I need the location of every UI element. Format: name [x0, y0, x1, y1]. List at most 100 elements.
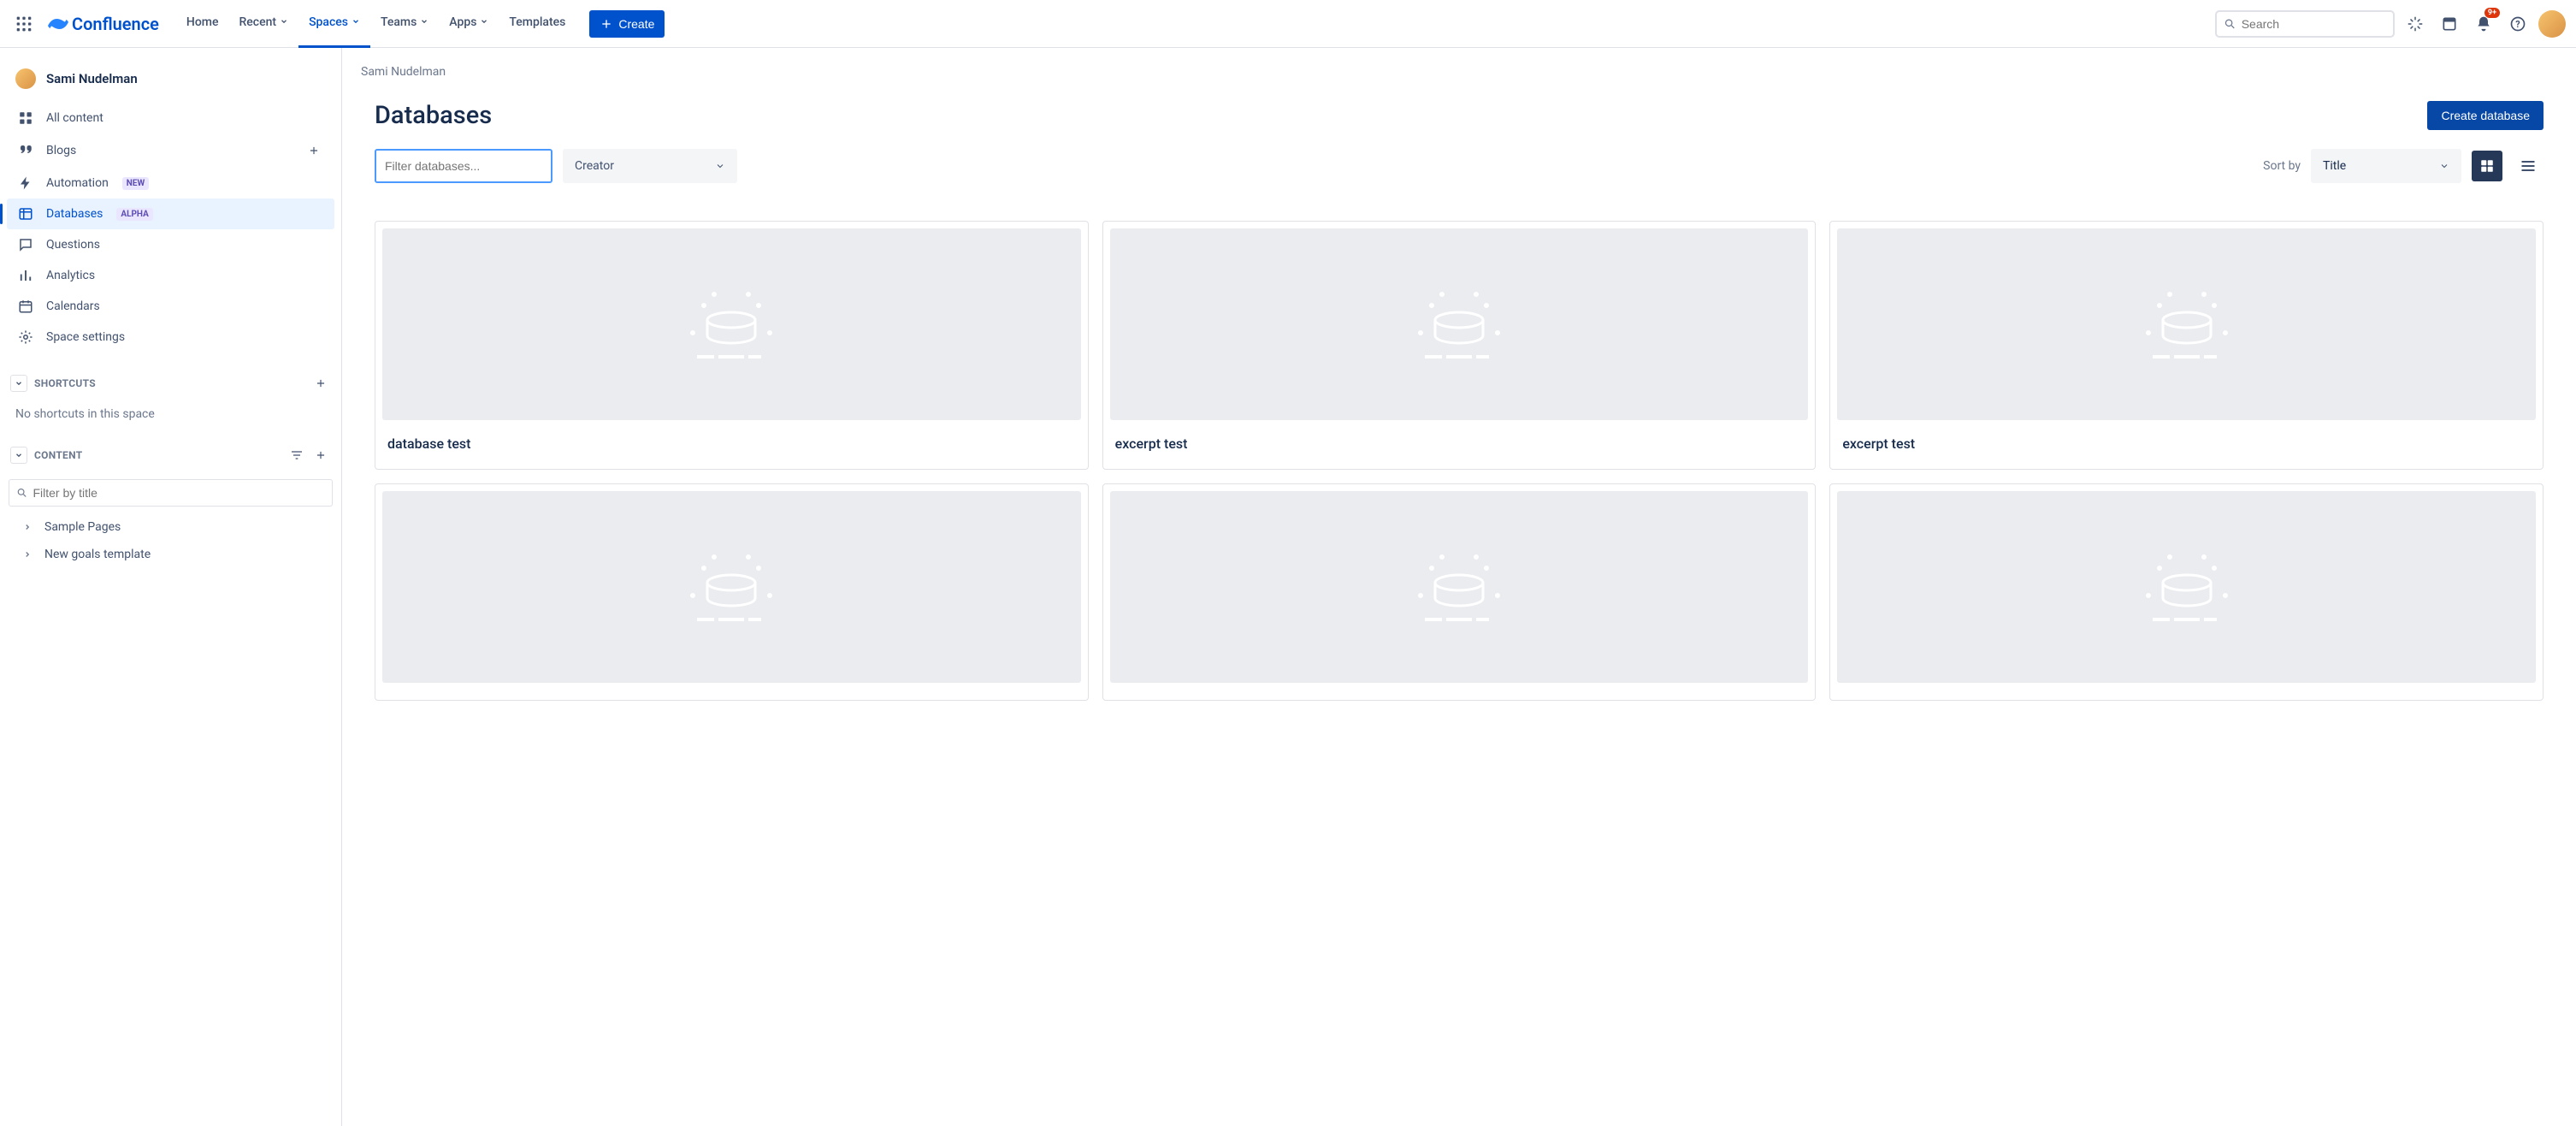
- nav-item-label: Teams: [381, 15, 417, 29]
- calendars-icon: [17, 298, 34, 315]
- sidebar-item-badge: ALPHA: [116, 208, 152, 221]
- nav-items: Home Recent Spaces Teams Apps Templates: [176, 0, 576, 48]
- topnav-left: Confluence Home Recent Spaces Teams Apps Temp…: [10, 0, 665, 48]
- database-card-title: excerpt test: [1837, 420, 2536, 452]
- chevron-down-icon: [280, 17, 288, 28]
- space-header[interactable]: Sami Nudelman: [7, 65, 334, 99]
- content-filter-icon[interactable]: [287, 445, 307, 465]
- product-name: Confluence: [72, 14, 159, 34]
- database-card[interactable]: excerpt test: [1102, 221, 1817, 470]
- breadcrumb[interactable]: Sami Nudelman: [361, 65, 2557, 79]
- chevron-down-icon: [420, 17, 428, 28]
- atlassian-switcher-icon[interactable]: [2402, 10, 2429, 38]
- database-thumbnail: [1837, 491, 2536, 683]
- sidebar-item-blogs[interactable]: Blogs: [7, 133, 334, 168]
- list-view-button[interactable]: [2513, 151, 2544, 181]
- creator-label: Creator: [575, 159, 614, 173]
- search-icon: [2224, 17, 2236, 31]
- all-content-icon: [17, 110, 34, 127]
- sidebar-item-label: Space settings: [46, 330, 125, 344]
- sidebar-item-badge: NEW: [122, 177, 149, 190]
- svg-text:?: ?: [2515, 19, 2520, 30]
- content-filter-box[interactable]: [9, 479, 333, 507]
- chevron-right-icon: [19, 546, 36, 563]
- create-button[interactable]: Create: [589, 10, 665, 38]
- create-label: Create: [618, 17, 654, 31]
- filter-databases-input[interactable]: [375, 149, 552, 183]
- database-card[interactable]: [375, 483, 1089, 701]
- chevron-down-icon: [2439, 161, 2449, 171]
- nav-item-apps[interactable]: Apps: [439, 0, 499, 48]
- sidebar-item-databases[interactable]: DatabasesALPHA: [7, 199, 334, 229]
- grid-view-button[interactable]: [2472, 151, 2502, 181]
- tree-item[interactable]: Sample Pages: [7, 513, 334, 541]
- database-card-title: database test: [382, 420, 1081, 452]
- toolbar-right: Sort by Title: [2263, 149, 2544, 183]
- nav-item-label: Recent: [239, 15, 276, 29]
- help-icon[interactable]: ?: [2504, 10, 2532, 38]
- notifications-icon[interactable]: 9+: [2470, 10, 2497, 38]
- sidebar-item-analytics[interactable]: Analytics: [7, 260, 334, 291]
- page-header: Databases Create database: [361, 101, 2557, 130]
- create-database-button[interactable]: Create database: [2427, 101, 2544, 130]
- tree-item[interactable]: New goals template: [7, 541, 334, 568]
- confluence-icon: [48, 14, 68, 34]
- sort-select[interactable]: Title: [2311, 149, 2461, 183]
- sidebar-item-label: All content: [46, 111, 103, 125]
- chevron-right-icon: [19, 519, 36, 536]
- nav-item-label: Spaces: [309, 15, 348, 29]
- nav-item-spaces[interactable]: Spaces: [298, 0, 370, 48]
- add-content-button[interactable]: [310, 445, 331, 465]
- app-switcher-icon[interactable]: [10, 10, 38, 38]
- database-grid: database test excerpt test excerpt test: [361, 207, 2557, 714]
- chevron-down-icon: [715, 161, 725, 171]
- space-avatar: [15, 68, 36, 89]
- tasks-icon[interactable]: [2436, 10, 2463, 38]
- sidebar-item-label: Blogs: [46, 144, 76, 157]
- automation-icon: [17, 175, 34, 192]
- shortcuts-title: SHORTCUTS: [34, 377, 96, 389]
- creator-select[interactable]: Creator: [563, 149, 737, 183]
- sidebar-item-space-settings[interactable]: Space settings: [7, 322, 334, 353]
- database-card[interactable]: [1102, 483, 1817, 701]
- main-content: Sami Nudelman Databases Create database …: [342, 48, 2576, 1126]
- chevron-down-icon: [10, 375, 27, 392]
- nav-item-teams[interactable]: Teams: [370, 0, 439, 48]
- notification-badge: 9+: [2484, 8, 2500, 18]
- sidebar: Sami Nudelman All content Blogs Automation…: [0, 48, 342, 1126]
- nav-item-home[interactable]: Home: [176, 0, 229, 48]
- layout: Sami Nudelman All content Blogs Automation…: [0, 48, 2576, 1126]
- content-filter-input[interactable]: [27, 486, 325, 500]
- search-input[interactable]: [2236, 17, 2386, 31]
- database-thumbnail: [1110, 228, 1809, 420]
- blogs-icon: [17, 142, 34, 159]
- database-card[interactable]: database test: [375, 221, 1089, 470]
- topnav-right: 9+ ?: [2215, 10, 2566, 38]
- sidebar-item-questions[interactable]: Questions: [7, 229, 334, 260]
- shortcuts-section-header[interactable]: SHORTCUTS: [7, 366, 334, 400]
- sidebar-item-all-content[interactable]: All content: [7, 103, 334, 133]
- content-section-header[interactable]: CONTENT: [7, 438, 334, 472]
- chevron-down-icon: [10, 447, 27, 464]
- global-search[interactable]: [2215, 10, 2395, 38]
- database-card-title: excerpt test: [1110, 420, 1809, 452]
- sidebar-item-automation[interactable]: AutomationNEW: [7, 168, 334, 199]
- database-thumbnail: [382, 491, 1081, 683]
- page-title: Databases: [375, 101, 492, 130]
- nav-item-templates[interactable]: Templates: [499, 0, 576, 48]
- database-card[interactable]: [1829, 483, 2544, 701]
- add-shortcut-button[interactable]: [310, 373, 331, 394]
- confluence-logo[interactable]: Confluence: [41, 14, 166, 34]
- database-card[interactable]: excerpt test: [1829, 221, 2544, 470]
- sidebar-item-calendars[interactable]: Calendars: [7, 291, 334, 322]
- nav-item-label: Apps: [449, 15, 476, 29]
- profile-avatar[interactable]: [2538, 10, 2566, 38]
- content-title: CONTENT: [34, 449, 82, 461]
- sidebar-item-label: Calendars: [46, 299, 100, 313]
- database-thumbnail: [382, 228, 1081, 420]
- nav-item-recent[interactable]: Recent: [228, 0, 298, 48]
- sort-value: Title: [2323, 159, 2346, 173]
- add-blogs-button[interactable]: [304, 140, 324, 161]
- chevron-down-icon: [480, 17, 488, 28]
- database-thumbnail: [1110, 491, 1809, 683]
